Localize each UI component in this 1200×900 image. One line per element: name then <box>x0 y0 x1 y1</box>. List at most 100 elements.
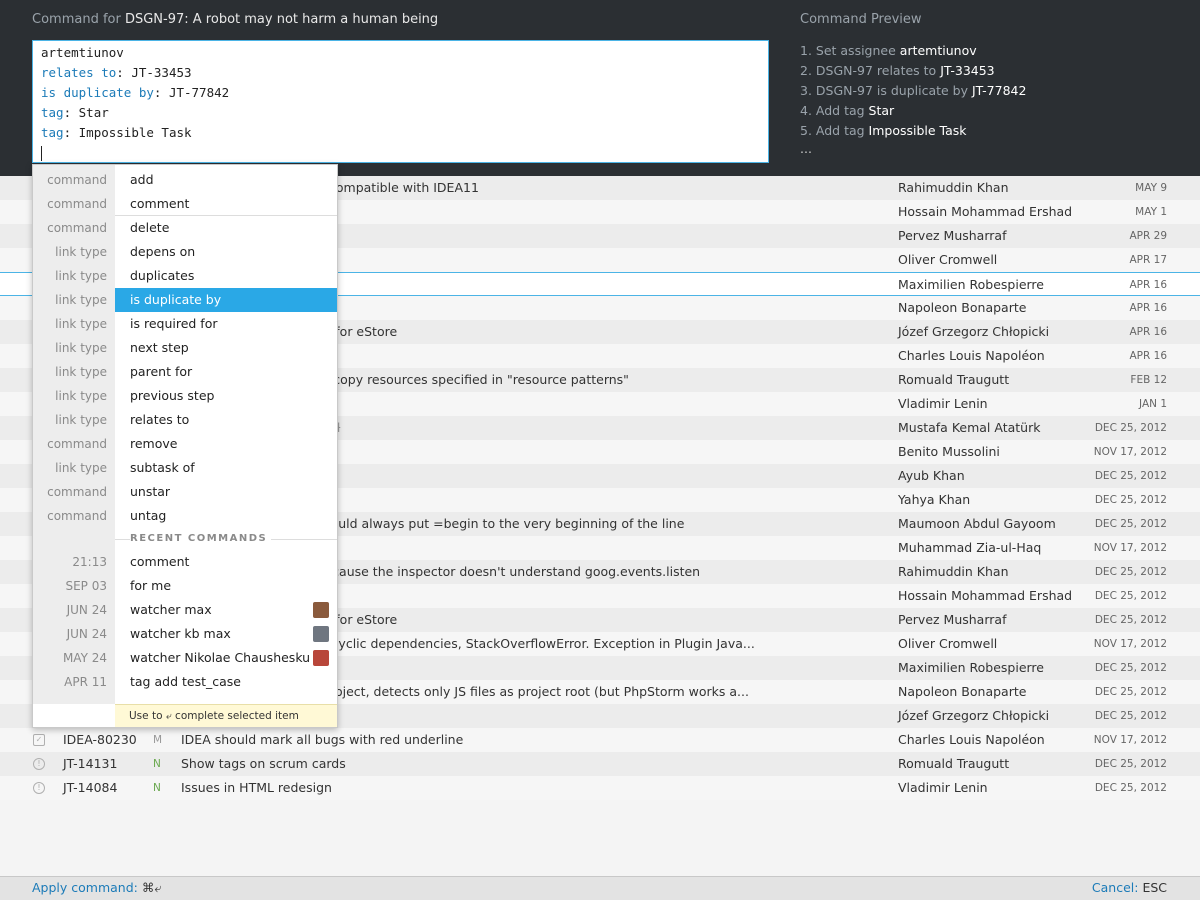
preview-item: 2. DSGN-97 relates to JT-33453 <box>800 61 1180 81</box>
issue-date: APR 16 <box>1129 279 1167 291</box>
recent-command[interactable]: JUN 24 watcher kb max <box>33 622 337 646</box>
issue-assignee: Hossain Mohammad Ershad <box>898 588 1073 603</box>
recent-command-label: watcher kb max <box>130 626 231 641</box>
suggestion-kind: command <box>47 221 107 235</box>
command-line: artemtiunov <box>41 43 760 63</box>
suggestion-label: subtask of <box>130 460 195 475</box>
command-preview-title: Command Preview <box>800 12 922 27</box>
issue-row[interactable]: ! JT-14131 N Show tags on scrum cards Romual… <box>0 752 1200 776</box>
apply-command-button[interactable]: Apply command: ⌘⤶ <box>32 877 161 899</box>
suggestion-duplicates[interactable]: link type duplicates <box>33 264 337 288</box>
issue-assignee: Józef Grzegorz Chłopicki <box>898 708 1050 723</box>
suggestion-unstar[interactable]: command unstar <box>33 480 337 504</box>
suggestion-relates-to[interactable]: link type relates to <box>33 408 337 432</box>
issue-date: APR 29 <box>1129 230 1167 242</box>
suggestion-delete[interactable]: command delete <box>33 216 337 240</box>
preview-item: 4. Add tag Star <box>800 101 1180 121</box>
issue-assignee: Józef Grzegorz Chłopicki <box>898 324 1050 339</box>
command-keyword: relates to <box>41 65 117 80</box>
issue-id[interactable]: JT-14131 <box>63 752 117 776</box>
recent-command[interactable]: JUN 24 watcher max <box>33 598 337 622</box>
command-title-prefix: Command for <box>32 12 121 27</box>
issue-date: MAY 9 <box>1135 182 1167 194</box>
issue-date: NOV 17, 2012 <box>1093 446 1167 458</box>
suggestion-previous-step[interactable]: link type previous step <box>33 384 337 408</box>
suggestion-remove[interactable]: command remove <box>33 432 337 456</box>
suggestion-next-step[interactable]: link type next step <box>33 336 337 360</box>
issue-summary[interactable]: Issues in HTML redesign <box>181 776 871 800</box>
issue-assignee: Vladimir Lenin <box>898 396 988 411</box>
avatar <box>313 602 329 618</box>
issue-assignee: Romuald Traugutt <box>898 372 1010 387</box>
suggestion-depens-on[interactable]: link type depens on <box>33 240 337 264</box>
issue-row[interactable]: ! JT-14084 N Issues in HTML redesign Vladimi… <box>0 776 1200 800</box>
issue-date: DEC 25, 2012 <box>1094 422 1167 434</box>
command-keyword: tag <box>41 105 64 120</box>
issue-id[interactable]: JT-14084 <box>63 776 117 800</box>
issue-assignee: Benito Mussolini <box>898 444 1000 459</box>
suggestion-kind: link type <box>55 461 107 475</box>
issue-assignee: Mustafa Kemal Atatürk <box>898 420 1041 435</box>
suggestion-kind: command <box>47 197 107 211</box>
recent-command-time: MAY 24 <box>62 651 107 665</box>
command-preview-more: ... <box>800 141 812 156</box>
suggestion-untag[interactable]: command untag <box>33 504 337 528</box>
issue-assignee: Pervez Musharraf <box>898 612 1007 627</box>
issue-date: DEC 25, 2012 <box>1094 686 1167 698</box>
issue-date: FEB 12 <box>1130 374 1167 386</box>
issue-priority: N <box>153 782 161 794</box>
suggestion-kind: link type <box>55 341 107 355</box>
issue-assignee: Oliver Cromwell <box>898 636 998 651</box>
issue-date: JAN 1 <box>1139 398 1167 410</box>
issue-date: DEC 25, 2012 <box>1094 662 1167 674</box>
issue-assignee: Maumoon Abdul Gayoom <box>898 516 1056 531</box>
suggestion-kind: command <box>47 485 107 499</box>
preview-item-value: JT-33453 <box>940 63 995 78</box>
preview-item-text: 2. DSGN-97 relates to <box>800 63 941 78</box>
command-value: JT-33453 <box>131 65 192 80</box>
issue-date: DEC 25, 2012 <box>1094 590 1167 602</box>
recent-command[interactable]: APR 11 tag add test_case <box>33 670 337 694</box>
recent-command[interactable]: MAY 24 watcher Nikolae Chaushesku <box>33 646 337 670</box>
issue-assignee: Charles Louis Napoléon <box>898 348 1045 363</box>
command-value: Star <box>78 105 109 120</box>
suggestion-label: is required for <box>130 316 218 331</box>
issue-assignee: Oliver Cromwell <box>898 252 998 267</box>
suggestion-subtask-of[interactable]: link type subtask of <box>33 456 337 480</box>
suggestion-kind: command <box>47 509 107 523</box>
suggestion-is-duplicate-by[interactable]: link type is duplicate by <box>33 288 337 312</box>
avatar <box>313 650 329 666</box>
suggestion-comment[interactable]: command comment <box>33 192 337 216</box>
issue-summary[interactable]: Show tags on scrum cards <box>181 752 871 776</box>
suggestion-is-required-for[interactable]: link type is required for <box>33 312 337 336</box>
command-preview: Command Preview 1. Set assignee artemtiu… <box>800 12 1180 156</box>
suggestion-parent-for[interactable]: link type parent for <box>33 360 337 384</box>
suggestion-label: add <box>130 172 154 187</box>
issue-id[interactable]: IDEA-80230 <box>63 728 137 752</box>
issue-date: NOV 17, 2012 <box>1093 734 1167 746</box>
issue-summary[interactable]: IDEA should mark all bugs with red under… <box>181 728 871 752</box>
issue-assignee: Pervez Musharraf <box>898 228 1007 243</box>
command-panel: Command for DSGN-97: A robot may not har… <box>0 0 1200 179</box>
cancel-command-button[interactable]: Cancel: ESC <box>1092 877 1167 899</box>
preview-item-value: JT-77842 <box>972 83 1027 98</box>
issue-assignee: Charles Louis Napoléon <box>898 732 1045 747</box>
recent-command-label: for me <box>130 578 172 593</box>
suggestion-label: duplicates <box>130 268 195 283</box>
command-input[interactable]: artemtiunov relates to: JT-33453 is duplic… <box>32 40 769 163</box>
preview-item: 1. Set assignee artemtiunov <box>800 41 1180 61</box>
avatar <box>313 626 329 642</box>
suggestion-kind: link type <box>55 293 107 307</box>
command-line: relates to: JT-33453 <box>41 65 192 80</box>
recent-command[interactable]: 21:13 comment <box>33 550 337 574</box>
issue-assignee: Rahimuddin Khan <box>898 564 1009 579</box>
suggestion-label: remove <box>130 436 178 451</box>
suggestion-add[interactable]: command add <box>33 168 337 192</box>
issue-date: DEC 25, 2012 <box>1094 710 1167 722</box>
suggestion-kind: command <box>47 437 107 451</box>
issue-date: DEC 25, 2012 <box>1094 470 1167 482</box>
suggestion-label: parent for <box>130 364 193 379</box>
command-keyword: is duplicate by <box>41 85 154 100</box>
recent-command[interactable]: SEP 03 for me <box>33 574 337 598</box>
issue-row[interactable]: ✓ IDEA-80230 M IDEA should mark all bugs wi… <box>0 728 1200 752</box>
